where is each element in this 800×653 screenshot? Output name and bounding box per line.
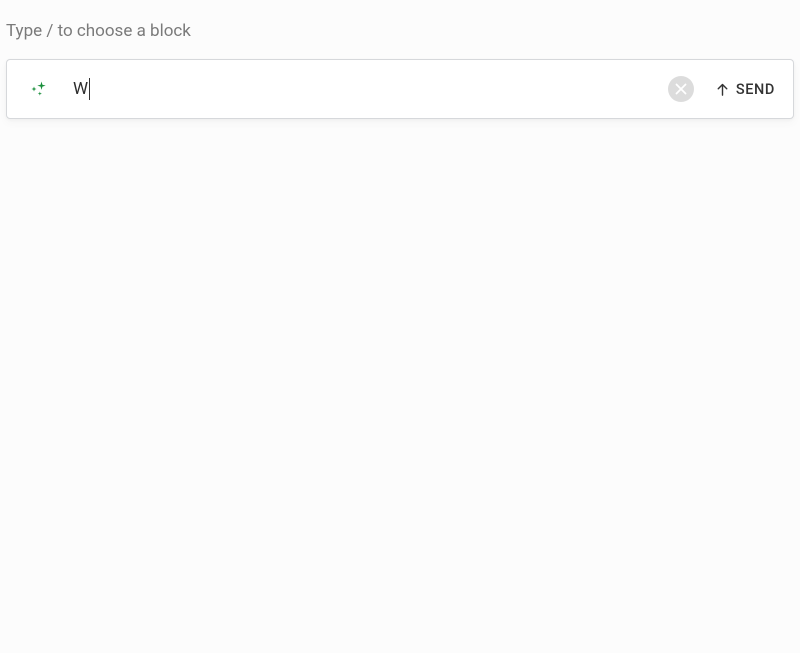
ai-prompt-value: W xyxy=(73,79,88,99)
ai-prompt-input[interactable]: W xyxy=(73,60,668,118)
block-chooser-hint: Type / to choose a block xyxy=(0,0,800,41)
send-label: SEND xyxy=(736,81,775,98)
arrow-up-icon xyxy=(714,81,731,98)
ai-prompt-container[interactable]: W SEND xyxy=(6,59,794,119)
sparkles-icon xyxy=(29,79,49,99)
clear-button[interactable] xyxy=(668,76,694,102)
send-button[interactable]: SEND xyxy=(714,81,775,98)
text-cursor xyxy=(89,78,90,100)
close-icon xyxy=(675,83,687,95)
